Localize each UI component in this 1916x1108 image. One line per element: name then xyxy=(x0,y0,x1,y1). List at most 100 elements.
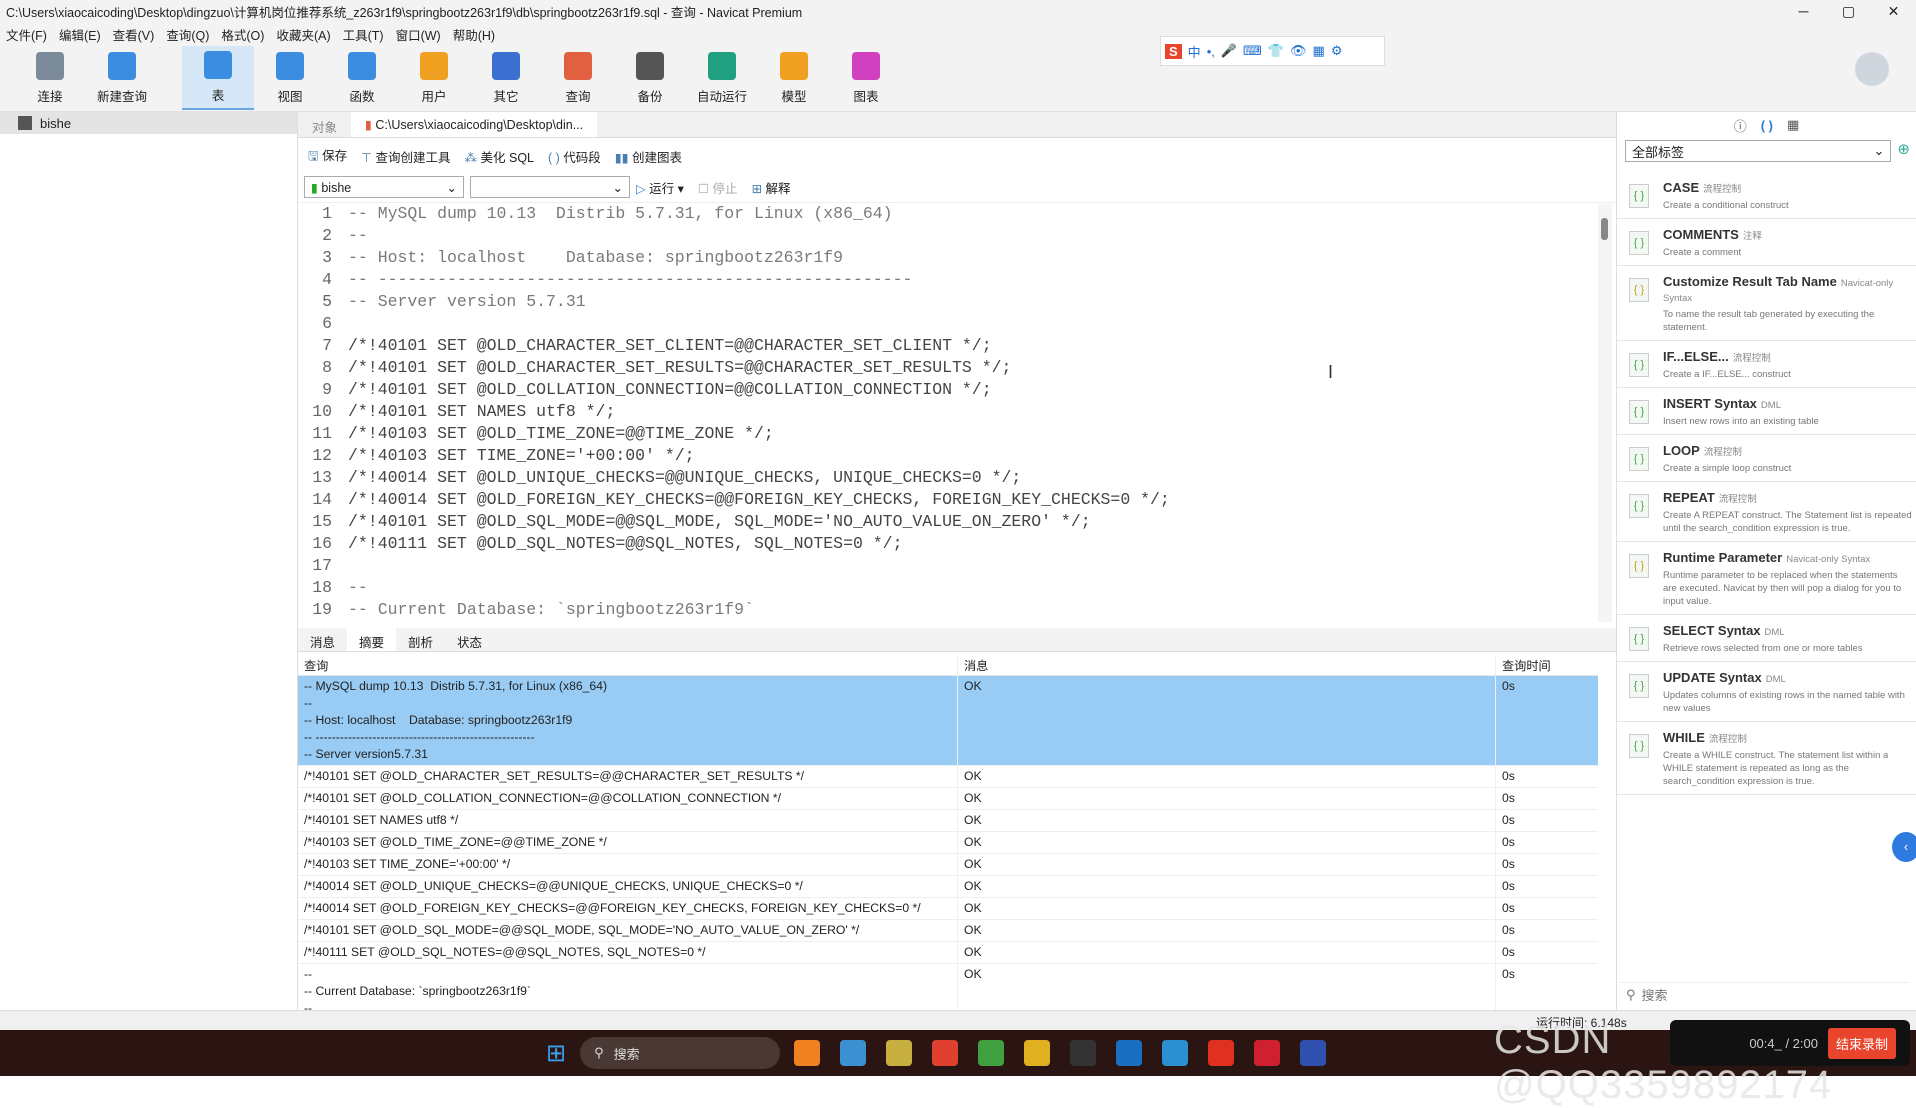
ime-icon[interactable]: •, xyxy=(1207,44,1215,59)
stop-button[interactable]: ☐ 停止 xyxy=(698,178,738,197)
ime-icon[interactable]: 👁 xyxy=(1290,43,1307,59)
table-row[interactable]: /*!40103 SET @OLD_TIME_ZONE=@@TIME_ZONE … xyxy=(298,832,1598,854)
beautify-sql-button[interactable]: ⁂ 美化 SQL xyxy=(465,147,534,166)
menu-item[interactable]: 查询(Q) xyxy=(160,25,215,44)
toolbar-button[interactable]: 查询 xyxy=(542,46,614,110)
table-row[interactable]: -- MySQL dump 10.13 Distrib 5.7.31, for … xyxy=(298,676,1598,766)
toolbar-button[interactable]: 表 xyxy=(182,46,254,110)
taskbar-app-icon[interactable] xyxy=(978,1040,1005,1066)
toolbar-button[interactable]: 函数 xyxy=(326,46,398,110)
snippet-item[interactable]: { } Runtime Parameter Navicat-only Syntax R… xyxy=(1617,542,1916,615)
avatar[interactable] xyxy=(1855,52,1889,86)
taskbar-search[interactable]: ⚲ 搜索 xyxy=(580,1037,781,1069)
snippet-button[interactable]: ( ) 代码段 xyxy=(548,147,601,166)
ime-icon[interactable]: 中 xyxy=(1188,42,1201,61)
toolbar-button[interactable]: 模型 xyxy=(758,46,830,110)
snippet-search[interactable]: ⚲ 搜索 xyxy=(1620,982,1910,1006)
snippet-item[interactable]: { } CASE 流程控制 Create a conditional construc… xyxy=(1617,172,1916,219)
snippet-item[interactable]: { } Customize Result Tab Name Navicat-only… xyxy=(1617,266,1916,341)
menu-item[interactable]: 编辑(E) xyxy=(53,25,107,44)
menu-item[interactable]: 文件(F) xyxy=(0,25,53,44)
table-row[interactable]: /*!40101 SET @OLD_CHARACTER_SET_RESULTS=… xyxy=(298,766,1598,788)
tab-query[interactable]: ▮ C:\Users\xiaocaicoding\Desktop\din... xyxy=(351,112,598,137)
toolbar-button[interactable]: 连接 xyxy=(14,46,86,110)
toolbar-button[interactable]: 其它 xyxy=(470,46,542,110)
taskbar-app-icon[interactable] xyxy=(840,1040,867,1066)
table-row[interactable]: /*!40101 SET NAMES utf8 */ OK 0s xyxy=(298,810,1598,832)
ime-icon[interactable]: ▦ xyxy=(1313,43,1325,59)
tab-objects[interactable]: 对象 xyxy=(298,112,351,137)
taskbar-app-icon[interactable] xyxy=(1254,1040,1281,1066)
result-tab[interactable]: 消息 xyxy=(298,628,347,651)
table-row[interactable]: -- -- Current Database: `springbootz263r1… xyxy=(298,964,1598,1010)
taskbar-app-icon[interactable] xyxy=(1116,1040,1143,1066)
close-button[interactable]: ✕ xyxy=(1871,3,1916,20)
ime-icon[interactable]: ⚙ xyxy=(1331,43,1343,59)
connection-select[interactable]: ▮ bishe ⌄ xyxy=(304,176,464,198)
add-snippet-icon[interactable]: ⊕ xyxy=(1897,140,1910,164)
ime-icon[interactable]: ⌨ xyxy=(1243,43,1262,59)
snippet-item[interactable]: { } REPEAT 流程控制 Create A REPEAT construct. … xyxy=(1617,482,1916,542)
taskbar-app-icon[interactable] xyxy=(1070,1040,1097,1066)
menu-item[interactable]: 收藏夹(A) xyxy=(270,25,336,44)
editor-scrollbar[interactable] xyxy=(1598,204,1612,622)
taskbar-app-icon[interactable] xyxy=(1300,1040,1327,1066)
result-tab[interactable]: 摘要 xyxy=(347,628,397,651)
scrollbar-thumb[interactable] xyxy=(1601,218,1608,240)
snippet-icon[interactable]: ( ) xyxy=(1761,118,1773,133)
ime-icon[interactable]: 🎤 xyxy=(1221,43,1237,59)
explain-button[interactable]: ⊞ 解释 xyxy=(752,178,791,197)
table-row[interactable]: /*!40111 SET @OLD_SQL_NOTES=@@SQL_NOTES,… xyxy=(298,942,1598,964)
table-row[interactable]: /*!40101 SET @OLD_SQL_MODE=@@SQL_MODE, S… xyxy=(298,920,1598,942)
menu-item[interactable]: 格式(O) xyxy=(215,25,270,44)
result-tab[interactable]: 剖析 xyxy=(396,628,445,651)
table-row[interactable]: /*!40014 SET @OLD_FOREIGN_KEY_CHECKS=@@F… xyxy=(298,898,1598,920)
ime-icon[interactable]: S xyxy=(1165,43,1182,59)
query-builder-button[interactable]: ⊤ 查询创建工具 xyxy=(361,147,450,166)
snippet-item[interactable]: { } WHILE 流程控制 Create a WHILE construct. Th… xyxy=(1617,722,1916,795)
toolbar-button[interactable]: 图表 xyxy=(830,46,902,110)
taskbar-app-icon[interactable] xyxy=(886,1040,913,1066)
column-header[interactable]: 消息 xyxy=(958,656,1496,675)
info-icon[interactable]: ⓘ xyxy=(1734,116,1747,135)
run-button[interactable]: ▷ 运行 ▾ xyxy=(636,178,684,197)
snippet-item[interactable]: { } COMMENTS 注释 Create a comment xyxy=(1617,219,1916,266)
windows-start-icon[interactable]: ⊞ xyxy=(546,1039,566,1068)
maximize-button[interactable]: ▢ xyxy=(1826,3,1871,20)
toolbar-button[interactable]: 自动运行 xyxy=(686,46,758,110)
ime-icon[interactable]: 👕 xyxy=(1268,43,1284,59)
connection-item[interactable]: bishe xyxy=(0,112,297,134)
toolbar-button[interactable]: 新建查询 xyxy=(86,46,158,110)
toolbar-button[interactable]: 视图 xyxy=(254,46,326,110)
collapse-panel-button[interactable]: ‹ xyxy=(1892,832,1916,862)
table-row[interactable]: /*!40014 SET @OLD_UNIQUE_CHECKS=@@UNIQUE… xyxy=(298,876,1598,898)
table-row[interactable]: /*!40103 SET TIME_ZONE='+00:00' */ OK 0s xyxy=(298,854,1598,876)
create-chart-button[interactable]: ▮▮ 创建图表 xyxy=(615,147,682,166)
snippet-item[interactable]: { } LOOP 流程控制 Create a simple loop construc… xyxy=(1617,435,1916,482)
snippet-item[interactable]: { } IF...ELSE... 流程控制 Create a IF...ELSE...… xyxy=(1617,341,1916,388)
taskbar-app-icon[interactable] xyxy=(794,1040,821,1066)
taskbar-app-icon[interactable] xyxy=(1024,1040,1051,1066)
snippet-item[interactable]: { } SELECT Syntax DML Retrieve rows selecte… xyxy=(1617,615,1916,662)
save-button[interactable]: 🖫 保存 xyxy=(308,145,347,168)
sql-editor[interactable]: 1 -- MySQL dump 10.13 Distrib 5.7.31, for… xyxy=(298,202,1616,624)
taskbar-app-icon[interactable] xyxy=(932,1040,959,1066)
result-tab[interactable]: 状态 xyxy=(445,628,494,651)
menu-item[interactable]: 查看(V) xyxy=(107,25,161,44)
taskbar-app-icon[interactable] xyxy=(1208,1040,1235,1066)
toolbar-button[interactable]: 用户 xyxy=(398,46,470,110)
toolbar-button[interactable]: 备份 xyxy=(614,46,686,110)
snippet-item[interactable]: { } INSERT Syntax DML Insert new rows into … xyxy=(1617,388,1916,435)
grid-icon[interactable]: ▦ xyxy=(1787,117,1799,133)
menu-item[interactable]: 工具(T) xyxy=(337,25,390,44)
minimize-button[interactable]: ─ xyxy=(1781,3,1826,20)
menu-item[interactable]: 帮助(H) xyxy=(447,25,501,44)
column-header[interactable]: 查询时间 xyxy=(1496,656,1598,675)
tag-filter-select[interactable]: 全部标签 ⌄ xyxy=(1625,140,1892,162)
taskbar-app-icon[interactable] xyxy=(1162,1040,1189,1066)
menu-item[interactable]: 窗口(W) xyxy=(390,25,447,44)
snippet-item[interactable]: { } UPDATE Syntax DML Updates columns of ex… xyxy=(1617,662,1916,722)
column-header[interactable]: 查询 xyxy=(298,656,958,675)
table-row[interactable]: /*!40101 SET @OLD_COLLATION_CONNECTION=@… xyxy=(298,788,1598,810)
database-select[interactable]: ⌄ xyxy=(470,176,630,198)
